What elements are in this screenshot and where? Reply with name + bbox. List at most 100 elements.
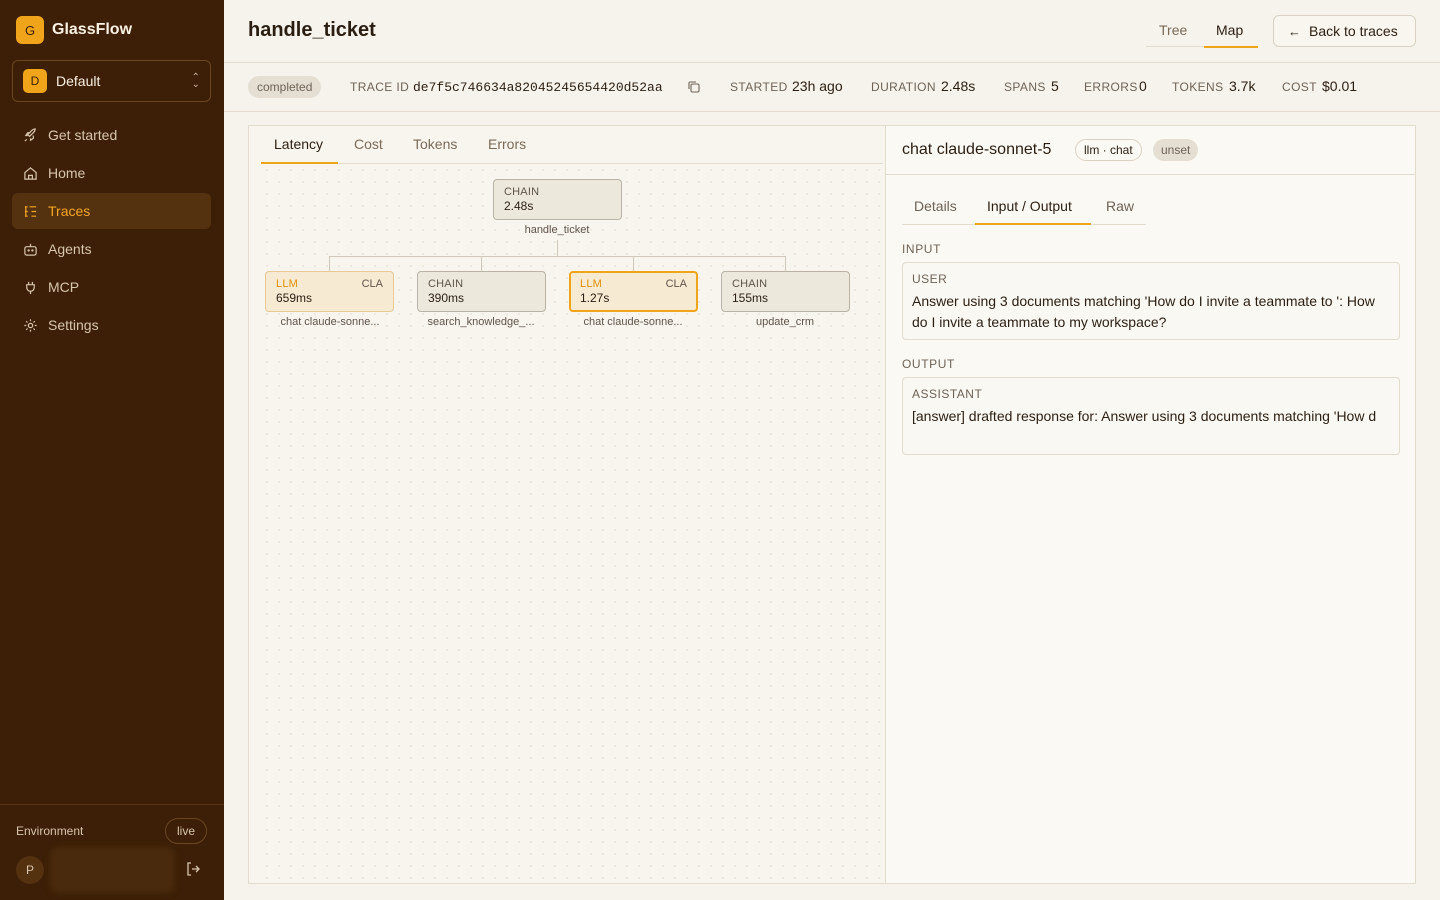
span-node-chain[interactable]: CHAIN 155ms [721,271,850,312]
span-duration: 2.48s [504,199,534,213]
brand-logo: G [16,16,44,44]
sidebar-item-traces[interactable]: Traces [12,193,211,229]
span-node-root[interactable]: CHAIN 2.48s [493,179,622,220]
workspace-name: Default [56,73,101,89]
output-section-label: OUTPUT [902,357,955,371]
span-type: CHAIN [428,278,464,290]
back-button-label: Back to traces [1309,23,1398,39]
sidebar-item-get-started[interactable]: Get started [12,117,211,153]
tab-details[interactable]: Details [914,198,957,214]
sidebar: G GlassFlow D Default ⌃ ⌄ Get started Hom… [0,0,224,900]
span-label: update_crm [755,316,815,328]
span-title: chat claude-sonnet-5 [902,141,1052,158]
span-detail-header: chat claude-sonnet-5 llm · chat unset [886,126,1416,175]
page-header: handle_ticket Tree Map ← Back to traces [224,0,1440,63]
trace-id-label: TRACE ID [350,80,410,94]
tab-latency[interactable]: Latency [274,136,323,152]
trace-id-value: de7f5c746634a82045245654420d52aa [413,80,663,95]
span-label: handle_ticket [524,224,590,236]
input-section-label: INPUT [902,242,941,256]
tab-input-output[interactable]: Input / Output [987,198,1072,214]
edge-child-2 [481,256,482,272]
sidebar-item-label: MCP [48,279,80,295]
span-label: chat claude-sonne... [583,316,683,328]
errors-label: ERRORS [1084,80,1138,94]
workspace-selector[interactable]: D Default ⌃ ⌄ [12,60,211,102]
tab-map[interactable]: Map [1216,22,1243,38]
cost-value: $0.01 [1322,78,1358,94]
duration-label: DURATION [871,80,936,94]
sidebar-item-mcp[interactable]: MCP [12,269,211,305]
sidebar-item-label: Get started [48,127,118,143]
trace-panel: Latency Cost Tokens Errors CHAIN 2.48s h… [248,125,1416,884]
edge-child-1 [329,256,330,272]
span-node-llm[interactable]: LLM CLA 659ms [265,271,394,312]
environment-label: Environment [16,824,84,838]
avatar[interactable]: P [16,856,44,884]
sidebar-item-label: Home [48,165,86,181]
trace-meta-bar: completed TRACE ID de7f5c746634a82045245… [224,63,1440,112]
user-name-redacted [50,847,175,893]
sidebar-item-label: Agents [48,241,92,257]
tab-map-indicator [1204,46,1258,48]
span-duration: 155ms [732,291,769,305]
span-kind-badge: llm · chat [1075,139,1142,161]
tokens-value: 3.7k [1229,78,1256,94]
brand-name: GlassFlow [52,21,133,38]
spans-value: 5 [1051,78,1059,94]
span-node-llm-selected[interactable]: LLM CLA 1.27s [569,271,698,312]
tab-errors[interactable]: Errors [488,136,526,152]
tab-input-output-indicator [975,223,1091,225]
sidebar-item-agents[interactable]: Agents [12,231,211,267]
sidebar-item-settings[interactable]: Settings [12,307,211,343]
span-status-badge: unset [1153,139,1199,161]
message-role: ASSISTANT [912,387,983,401]
tab-tokens[interactable]: Tokens [413,136,457,152]
sidebar-item-home[interactable]: Home [12,155,211,191]
edge-child-4 [785,256,786,272]
spans-label: SPANS [1004,80,1046,94]
sidebar-nav: Get started Home Traces Agents MCP Setti… [12,117,211,345]
sidebar-item-label: Settings [48,317,99,333]
span-type: CHAIN [504,186,540,198]
bot-icon [22,241,38,257]
sidebar-divider [0,804,224,805]
copy-icon[interactable] [687,80,701,94]
cost-label: COST [1282,80,1317,94]
edge-horizontal [329,256,786,257]
output-message: ASSISTANT [answer] drafted response for:… [902,377,1400,455]
span-label: chat claude-sonne... [280,316,380,328]
tab-cost[interactable]: Cost [354,136,383,152]
rocket-icon [22,127,38,143]
trace-map-pane: Latency Cost Tokens Errors CHAIN 2.48s h… [249,126,885,883]
back-to-traces-button[interactable]: ← Back to traces [1273,15,1416,47]
logout-icon[interactable] [185,861,201,877]
span-label: search_knowledge_... [427,316,535,328]
arrow-left-icon: ← [1288,23,1301,39]
gear-icon [22,317,38,333]
started-value: 23h ago [792,78,843,94]
status-badge: completed [248,76,322,98]
message-text: Answer using 3 documents matching 'How d… [912,293,1375,330]
sidebar-item-label: Traces [48,203,91,219]
span-model-badge: CLA [361,278,383,290]
tab-tree[interactable]: Tree [1159,22,1187,38]
home-icon [22,165,38,181]
brand[interactable]: G GlassFlow [16,16,132,44]
tab-raw[interactable]: Raw [1106,198,1134,214]
edge-child-3 [633,256,634,272]
input-message: USER Answer using 3 documents matching '… [902,262,1400,340]
span-duration: 1.27s [580,291,610,305]
span-detail-pane: chat claude-sonnet-5 llm · chat unset De… [885,126,1416,883]
started-label: STARTED [730,80,788,94]
span-duration: 659ms [276,291,313,305]
plug-icon [22,279,38,295]
workspace-avatar: D [23,69,47,93]
span-duration: 390ms [428,291,465,305]
span-node-chain[interactable]: CHAIN 390ms [417,271,546,312]
duration-value: 2.48s [941,78,976,94]
errors-value: 0 [1139,78,1147,94]
environment-badge[interactable]: live [165,818,207,844]
trace-map-canvas[interactable]: CHAIN 2.48s handle_ticket LLM CLA 659ms … [261,164,883,883]
message-text: [answer] drafted response for: Answer us… [912,408,1377,424]
